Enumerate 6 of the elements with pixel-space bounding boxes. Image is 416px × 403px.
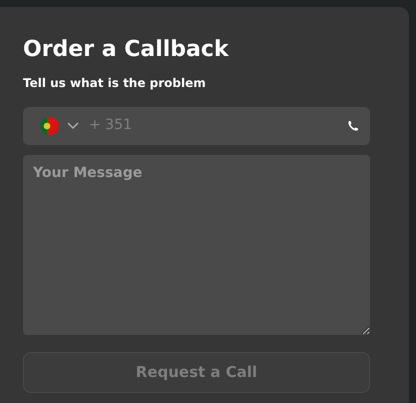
message-field[interactable]: Your Message bbox=[23, 154, 370, 335]
chevron-down-icon[interactable] bbox=[67, 122, 79, 130]
flag-icon[interactable] bbox=[39, 116, 59, 136]
form-subtitle: Tell us what is the problem bbox=[23, 76, 207, 91]
form-title: Order a Callback bbox=[23, 37, 230, 64]
phone-icon bbox=[347, 120, 359, 132]
